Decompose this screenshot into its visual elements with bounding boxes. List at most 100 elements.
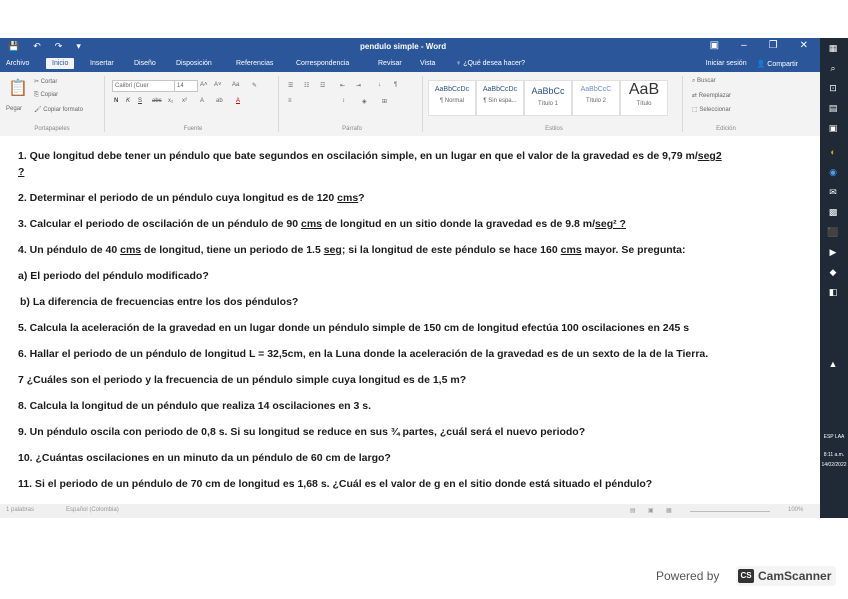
question-underlined: seg² ? <box>595 218 626 230</box>
font-size-select[interactable]: 14 <box>174 80 198 92</box>
restore-button[interactable]: ❐ <box>769 40 778 51</box>
style-sample: AaBbCcDc <box>482 86 518 93</box>
question-7: 7 ¿Cuáles son el periodo y la frecuencia… <box>18 374 467 386</box>
copy-label: Copiar <box>40 92 59 98</box>
tab-revisar[interactable]: Revisar <box>378 60 402 67</box>
style-heading-1[interactable]: AaBbCc Título 1 <box>524 80 572 116</box>
replace-button[interactable]: ⇄ Reemplazar <box>692 92 731 99</box>
mail-icon[interactable]: ✉ <box>826 186 840 198</box>
tab-archivo[interactable]: Archivo <box>6 60 29 67</box>
word-icon[interactable]: ▩ <box>826 206 840 218</box>
media-icon[interactable]: ▶ <box>826 246 840 258</box>
borders-button[interactable]: ⊞ <box>382 98 387 105</box>
superscript-button[interactable]: x² <box>182 98 187 104</box>
increase-indent-button[interactable]: ⇥ <box>356 82 361 89</box>
app-icon[interactable]: ◆ <box>826 266 840 278</box>
shrink-font-button[interactable]: A˅ <box>214 82 222 88</box>
tell-me-box[interactable]: ♀ ¿Qué desea hacer? <box>456 60 525 67</box>
text-effects-button[interactable]: A <box>200 98 204 104</box>
paste-label[interactable]: Pegar <box>6 106 22 112</box>
style-normal[interactable]: AaBbCcDc ¶ Normal <box>428 80 476 116</box>
word-count[interactable]: 1 palabras <box>6 507 34 513</box>
tab-correspondencia[interactable]: Correspondencia <box>296 60 349 67</box>
show-marks-button[interactable]: ¶ <box>394 82 397 88</box>
style-no-spacing[interactable]: AaBbCcDc ¶ Sin espa... <box>476 80 524 116</box>
replace-label: Reemplazar <box>698 93 732 99</box>
redo-icon[interactable]: ↷ <box>55 41 63 52</box>
line-spacing-button[interactable]: ↕ <box>342 98 345 104</box>
clipboard-group-label: Portapapeles <box>34 126 70 132</box>
font-group-label: Fuente <box>183 126 203 132</box>
tab-insertar[interactable]: Insertar <box>90 60 114 67</box>
customize-qat-icon[interactable]: ▾ <box>76 41 81 52</box>
subscript-button[interactable]: x₂ <box>168 98 173 104</box>
notifications-icon[interactable]: ▲ <box>826 358 840 370</box>
ribbon-display-options-icon[interactable]: ▣ <box>710 40 719 51</box>
select-button[interactable]: ⬚ Seleccionar <box>692 106 731 113</box>
tab-referencias[interactable]: Referencias <box>236 60 273 67</box>
strikethrough-button[interactable]: abc <box>152 98 162 104</box>
italic-button[interactable]: K <box>126 98 130 104</box>
tab-vista[interactable]: Vista <box>420 60 435 67</box>
tab-inicio[interactable]: Inicio <box>46 58 75 69</box>
zoom-slider[interactable] <box>690 511 770 513</box>
start-icon[interactable]: ▦ <box>826 42 840 54</box>
search-icon[interactable]: ⌕ <box>826 62 840 74</box>
numbering-button[interactable]: ☷ <box>304 82 309 89</box>
change-case-button[interactable]: Aa <box>232 82 239 88</box>
clear-format-icon[interactable]: ✎ <box>252 82 257 89</box>
print-layout-icon[interactable]: ▣ <box>648 507 654 514</box>
read-mode-icon[interactable]: ▤ <box>630 507 636 514</box>
question-11: 11. Si el periodo de un péndulo de 70 cm… <box>18 478 653 490</box>
style-name: Título <box>636 101 652 107</box>
style-heading-2[interactable]: AaBbCcC Título 2 <box>572 80 620 116</box>
highlight-button[interactable]: ab <box>216 98 223 104</box>
chrome-icon[interactable]: ◐ <box>826 146 840 158</box>
input-language[interactable]: ESP LAA <box>821 434 847 440</box>
style-sample: AaB <box>628 81 660 98</box>
web-layout-icon[interactable]: ▦ <box>666 507 672 514</box>
grow-font-button[interactable]: A˄ <box>200 82 208 88</box>
file-explorer-icon[interactable]: ▤ <box>826 102 840 114</box>
clock-date[interactable]: 14/02/2022 <box>821 462 847 468</box>
decrease-indent-button[interactable]: ⇤ <box>340 82 345 89</box>
task-view-icon[interactable]: ⊡ <box>826 82 840 94</box>
store-icon[interactable]: ▣ <box>826 122 840 134</box>
format-painter-button[interactable]: 🖌 Copiar formato <box>34 106 83 113</box>
document-page[interactable]: 1. Que longitud debe tener un péndulo qu… <box>0 136 820 504</box>
copy-button[interactable]: ⎘ Copiar <box>34 92 58 99</box>
multilevel-list-button[interactable]: ☲ <box>320 82 325 89</box>
edge-icon[interactable]: ◉ <box>826 166 840 178</box>
app-icon[interactable]: ⬛ <box>826 226 840 238</box>
undo-icon[interactable]: ↶ <box>33 41 41 52</box>
signin-link[interactable]: Iniciar sesión <box>706 60 747 68</box>
zoom-level[interactable]: 100% <box>788 507 803 513</box>
style-title[interactable]: AaB Título <box>620 80 668 116</box>
clock-time[interactable]: 8:11 a.m. <box>821 452 847 458</box>
question-9: 9. Un péndulo oscila con periodo de 0,8 … <box>18 426 586 438</box>
question-text: 1. Que longitud debe tener un péndulo qu… <box>18 150 698 162</box>
find-button[interactable]: ⌕ Buscar <box>692 78 716 85</box>
sort-button[interactable]: ↓ <box>378 82 381 88</box>
tab-disposicion[interactable]: Disposición <box>176 60 212 67</box>
close-button[interactable]: ✕ <box>800 40 808 51</box>
bullets-button[interactable]: ☰ <box>288 82 293 89</box>
language-indicator[interactable]: Español (Colombia) <box>66 507 119 513</box>
bold-button[interactable]: N <box>114 98 118 104</box>
cut-button[interactable]: ✂ Cortar <box>34 78 57 85</box>
style-name: ¶ Normal <box>439 98 465 104</box>
question-10: 10. ¿Cuántas oscilaciones en un minuto d… <box>18 452 391 464</box>
share-button[interactable]: 👤 Compartir <box>757 60 798 68</box>
shading-button[interactable]: ◈ <box>362 98 367 105</box>
font-name-select[interactable]: Calibri (Cuer <box>112 80 176 92</box>
app-icon[interactable]: ◧ <box>826 286 840 298</box>
question-4a: a) El periodo del péndulo modificado? <box>18 270 209 282</box>
clipboard-group: 📋 Pegar ✂ Cortar ⎘ Copiar 🖌 Copiar forma… <box>0 76 105 132</box>
minimize-button[interactable]: – <box>741 40 747 51</box>
tab-diseno[interactable]: Diseño <box>134 60 156 67</box>
save-icon[interactable]: 💾 <box>8 41 19 52</box>
underline-button[interactable]: S <box>138 98 142 104</box>
align-button[interactable]: ≡ <box>288 98 292 104</box>
font-color-button[interactable]: A <box>236 98 240 104</box>
paste-icon[interactable]: 📋 <box>8 78 28 98</box>
